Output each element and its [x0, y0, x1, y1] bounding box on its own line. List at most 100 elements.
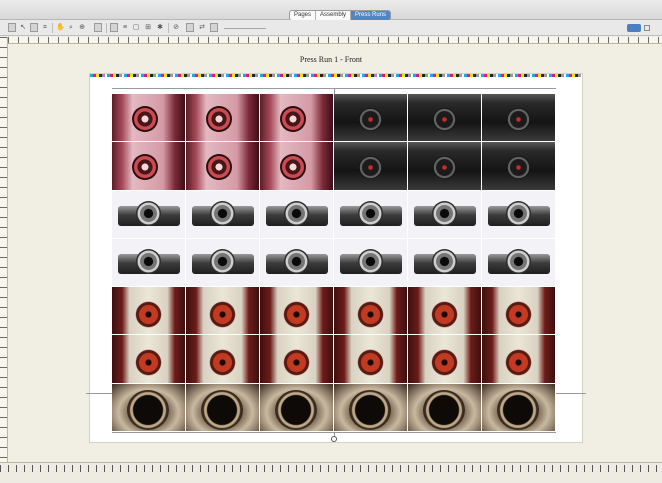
camera-lens-image — [135, 301, 162, 329]
page-tile[interactable] — [112, 287, 186, 336]
page-tile[interactable] — [408, 287, 482, 336]
camera-lens-image — [358, 248, 383, 274]
zoom-tool-icon[interactable]: ⌕ — [67, 23, 75, 32]
camera-lens-image — [283, 349, 310, 377]
page-tile[interactable] — [260, 383, 334, 433]
view-toggle-button[interactable] — [627, 24, 641, 32]
camera-lens-image — [497, 389, 539, 430]
page-tile[interactable] — [334, 142, 408, 191]
marks-tool-icon[interactable]: ⊕ — [78, 23, 86, 32]
page-tile[interactable] — [112, 238, 186, 288]
tab-press-runs[interactable]: Press Runs — [351, 11, 391, 20]
tab-pages[interactable]: Pages — [290, 11, 317, 20]
toolbar-divider — [106, 23, 107, 33]
camera-lens-image — [136, 248, 161, 274]
camera-lens-image — [505, 301, 532, 329]
bottom-ruler[interactable] — [0, 462, 662, 483]
camera-lens-image — [357, 349, 384, 377]
select-tool-icon[interactable] — [8, 23, 16, 32]
camera-lens-image — [209, 301, 236, 329]
page-tile[interactable] — [334, 94, 408, 143]
info-tool-icon[interactable] — [94, 23, 102, 32]
page-tile[interactable] — [186, 190, 260, 239]
crop-tool-icon[interactable]: ⌗ — [41, 23, 49, 32]
camera-lens-image — [284, 200, 309, 226]
page-tile[interactable] — [408, 142, 482, 191]
page-tile[interactable] — [186, 287, 260, 336]
hand-tool-icon[interactable]: ✋ — [56, 23, 65, 32]
page-tile[interactable] — [260, 287, 334, 336]
camera-lens-image — [431, 301, 458, 329]
page-tile[interactable] — [186, 335, 260, 384]
window-titlebar: Pages Assembly Press Runs — [0, 0, 662, 21]
move-tool-icon[interactable]: ↖ — [19, 23, 27, 32]
page-tile[interactable] — [186, 383, 260, 433]
camera-lens-image — [432, 200, 457, 226]
camera-lens-image — [358, 200, 383, 226]
page-tile[interactable] — [334, 190, 408, 239]
page-tile[interactable] — [334, 238, 408, 288]
view-menu-icon[interactable] — [644, 25, 650, 31]
zoom-slider[interactable] — [224, 28, 266, 29]
registration-mark — [331, 436, 337, 442]
page-tile[interactable] — [112, 94, 186, 143]
camera-lens-image — [433, 156, 456, 180]
camera-lens-image — [132, 106, 158, 132]
page-tile[interactable] — [334, 383, 408, 433]
page-tile[interactable] — [408, 383, 482, 433]
page-tile[interactable] — [260, 335, 334, 384]
page-tile[interactable] — [482, 190, 556, 239]
page-tile[interactable] — [112, 142, 186, 191]
imposition-grid — [112, 94, 556, 433]
page-tile[interactable] — [334, 287, 408, 336]
horizontal-ruler[interactable] — [8, 37, 662, 44]
page-tile[interactable] — [112, 190, 186, 239]
camera-lens-image — [210, 248, 235, 274]
camera-lens-image — [359, 108, 382, 131]
grid-tool-icon[interactable]: ⊞ — [144, 23, 152, 32]
duplicate-icon[interactable] — [186, 23, 194, 32]
page-tile[interactable] — [186, 142, 260, 191]
camera-lens-image — [280, 154, 306, 181]
page-tile[interactable] — [482, 238, 556, 288]
page-tile[interactable] — [482, 142, 556, 191]
page-tile[interactable] — [408, 335, 482, 384]
camera-lens-image — [357, 301, 384, 329]
flip-icon[interactable]: ⇄ — [198, 23, 206, 32]
rotate-tool-icon[interactable] — [30, 23, 38, 32]
layers-tool-icon[interactable]: ≡ — [121, 23, 129, 32]
camera-lens-image — [136, 200, 161, 226]
proof-tool-icon[interactable] — [110, 23, 118, 32]
fit-page-icon[interactable]: ▢ — [132, 23, 140, 32]
page-tile[interactable] — [408, 238, 482, 288]
lock-icon[interactable]: ⊘ — [172, 23, 180, 32]
camera-lens-image — [432, 248, 457, 274]
page-tile[interactable] — [482, 94, 556, 143]
camera-lens-image — [209, 349, 236, 377]
settings-tool-icon[interactable]: ✱ — [156, 23, 164, 32]
press-sheet[interactable] — [86, 74, 586, 442]
page-tile[interactable] — [408, 190, 482, 239]
page-tile[interactable] — [112, 383, 186, 433]
page-tile[interactable] — [408, 94, 482, 143]
page-tile[interactable] — [334, 335, 408, 384]
camera-lens-image — [349, 389, 391, 430]
vertical-ruler[interactable] — [0, 37, 8, 462]
page-tile[interactable] — [186, 94, 260, 143]
tab-assembly[interactable]: Assembly — [316, 11, 352, 20]
page-tile[interactable] — [482, 383, 556, 433]
page-tile[interactable] — [260, 94, 334, 143]
page-tile[interactable] — [260, 142, 334, 191]
camera-lens-image — [135, 349, 162, 377]
page-tile[interactable] — [260, 238, 334, 288]
page-tile[interactable] — [482, 287, 556, 336]
camera-lens-image — [210, 200, 235, 226]
color-bar — [90, 74, 582, 77]
page-tile[interactable] — [482, 335, 556, 384]
camera-lens-image — [132, 154, 158, 181]
zoom-out-icon[interactable] — [210, 23, 218, 32]
page-tile[interactable] — [112, 335, 186, 384]
page-tile[interactable] — [260, 190, 334, 239]
page-tile[interactable] — [186, 238, 260, 288]
camera-lens-image — [505, 349, 532, 377]
